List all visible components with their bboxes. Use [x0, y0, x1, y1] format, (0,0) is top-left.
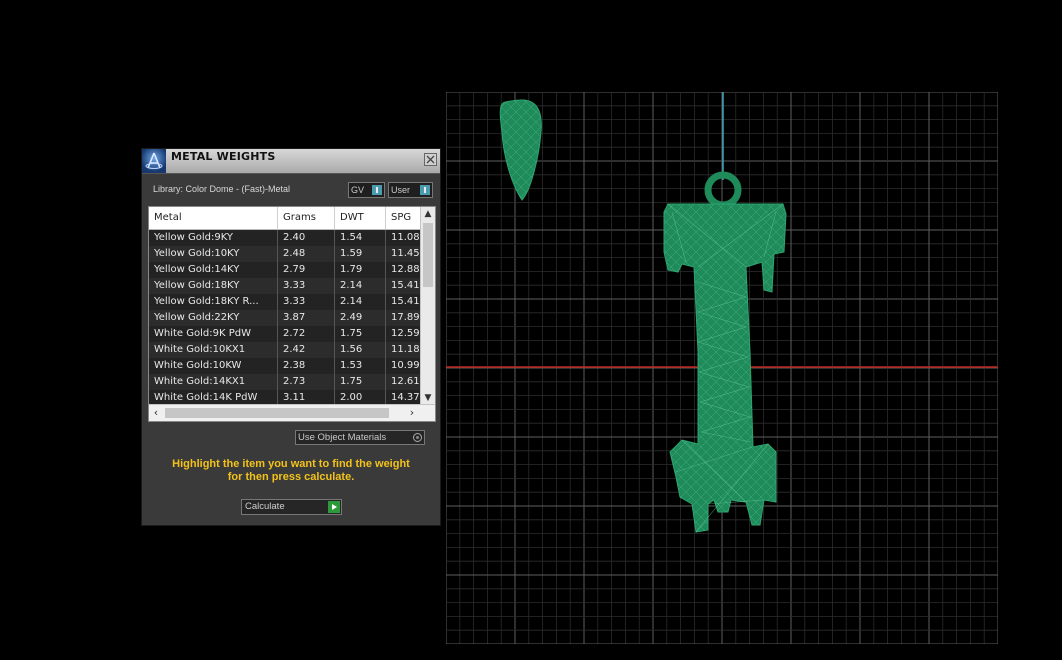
panel-titlebar[interactable]: METAL WEIGHTS — [142, 149, 440, 174]
table-row[interactable]: Yellow Gold:14KY 2.79 1.79 12.88 — [149, 262, 421, 278]
table-cell: Yellow Gold:10KY — [149, 246, 278, 262]
table-row[interactable]: White Gold:10KX1 2.42 1.56 11.18 — [149, 342, 421, 358]
column-header-spg[interactable]: SPG — [386, 207, 421, 229]
table-cell: 2.49 — [335, 310, 386, 326]
app-logo-icon — [142, 149, 166, 173]
table-cell: 3.11 — [278, 390, 335, 404]
horizontal-scroll-thumb[interactable] — [165, 408, 389, 418]
table-cell: 2.40 — [278, 230, 335, 246]
table-cell: 15.41 — [391, 296, 420, 307]
table-cell: 12.61 — [391, 376, 420, 387]
table-row[interactable]: White Gold:14K PdW 3.11 2.00 14.37 — [149, 390, 421, 404]
table-cell: 12.88 — [391, 264, 420, 275]
table-cell: 1.53 — [335, 358, 386, 374]
use-object-materials-option[interactable]: Use Object Materials — [295, 430, 425, 445]
table-cell: 11.18 — [391, 344, 420, 355]
play-icon — [328, 501, 340, 513]
table-cell: 1.54 — [335, 230, 386, 246]
table-cell: 2.72 — [278, 326, 335, 342]
table-cell: 14.37 — [391, 392, 420, 403]
table-cell: 2.79 — [278, 262, 335, 278]
table-cell: Yellow Gold:18KY — [149, 278, 278, 294]
table-cell: White Gold:14K PdW — [149, 390, 278, 404]
table-header: Metal Grams DWT SPG — [149, 207, 421, 230]
table-cell: Yellow Gold:9KY — [149, 230, 278, 246]
table-cell: White Gold:9K PdW — [149, 326, 278, 342]
table-row[interactable]: Yellow Gold:9KY 2.40 1.54 11.08 — [149, 230, 421, 246]
horizontal-scrollbar[interactable]: ‹ › — [149, 404, 435, 421]
radio-icon — [413, 433, 422, 442]
table-cell: 2.14 — [335, 278, 386, 294]
table-cell: 2.00 — [335, 390, 386, 404]
table-row[interactable]: Yellow Gold:10KY 2.48 1.59 11.45 — [149, 246, 421, 262]
close-button[interactable] — [424, 153, 437, 166]
table-cell: 2.48 — [278, 246, 335, 262]
column-header-metal[interactable]: Metal — [149, 207, 278, 229]
table-cell: 11.08 — [391, 232, 420, 243]
calculate-label: Calculate — [245, 501, 285, 512]
table-cell: 3.87 — [278, 310, 335, 326]
table-cell: 10.99 — [391, 360, 420, 371]
table-cell: Yellow Gold:14KY — [149, 262, 278, 278]
table-cell: 3.33 — [278, 294, 335, 310]
scroll-up-arrow-icon[interactable]: ▲ — [421, 207, 435, 221]
viewport-canvas[interactable] — [446, 92, 998, 644]
table-row[interactable]: White Gold:14KX1 2.73 1.75 12.61 — [149, 374, 421, 390]
scroll-down-arrow-icon[interactable]: ▼ — [421, 391, 435, 405]
table-cell: 1.59 — [335, 246, 386, 262]
table-cell: 1.75 — [335, 374, 386, 390]
table-cell: 17.89 — [391, 312, 420, 323]
vertical-scrollbar[interactable]: ▲ ▼ — [420, 207, 435, 405]
user-toggle-label: User — [391, 185, 411, 195]
column-header-dwt[interactable]: DWT — [335, 207, 386, 229]
calculate-button[interactable]: Calculate — [241, 499, 342, 515]
table-cell: 1.79 — [335, 262, 386, 278]
table-row[interactable]: White Gold:9K PdW 2.72 1.75 12.59 — [149, 326, 421, 342]
viewport-3d[interactable] — [446, 92, 998, 644]
table-row[interactable]: Yellow Gold:18KY R... 3.33 2.14 15.41 — [149, 294, 421, 310]
table-cell: 2.14 — [335, 294, 386, 310]
table-cell: 2.73 — [278, 374, 335, 390]
instruction-line-1: Highlight the item you want to find the … — [172, 458, 410, 470]
table-row[interactable]: Yellow Gold:22KY 3.87 2.49 17.89 — [149, 310, 421, 326]
table-cell: Yellow Gold:18KY R... — [149, 294, 278, 310]
table-cell: 1.56 — [335, 342, 386, 358]
toggle-indicator-icon — [420, 185, 430, 195]
use-object-materials-label: Use Object Materials — [298, 432, 387, 443]
metal-table[interactable]: Metal Grams DWT SPG Yellow Gold:9KY 2.40 1… — [148, 206, 436, 422]
user-toggle[interactable]: User — [388, 182, 433, 198]
scroll-left-arrow-icon[interactable]: ‹ — [149, 405, 163, 421]
instruction-line-2: for then press calculate. — [227, 471, 355, 483]
table-cell: 2.42 — [278, 342, 335, 358]
table-cell: White Gold:10KX1 — [149, 342, 278, 358]
toggle-indicator-icon — [372, 185, 382, 195]
table-cell: White Gold:14KX1 — [149, 374, 278, 390]
column-header-grams[interactable]: Grams — [278, 207, 335, 229]
table-cell: 11.45 — [391, 248, 420, 259]
table-cell: 12.59 — [391, 328, 420, 339]
metal-weights-panel: METAL WEIGHTS Library: Color Dome - (Fas… — [141, 148, 441, 526]
table-cell: 2.38 — [278, 358, 335, 374]
table-row[interactable]: White Gold:10KW 2.38 1.53 10.99 — [149, 358, 421, 374]
panel-title: METAL WEIGHTS — [171, 150, 276, 163]
table-cell: 15.41 — [391, 280, 420, 291]
library-label: Library: Color Dome - (Fast)-Metal — [153, 184, 291, 194]
scroll-right-arrow-icon[interactable]: › — [405, 405, 419, 421]
table-body: Yellow Gold:9KY 2.40 1.54 11.08 Yellow Gold:… — [149, 230, 421, 404]
table-cell: 3.33 — [278, 278, 335, 294]
gv-toggle[interactable]: GV — [348, 182, 385, 198]
table-row[interactable]: Yellow Gold:18KY 3.33 2.14 15.41 — [149, 278, 421, 294]
instruction-text: Highlight the item you want to find the … — [142, 458, 440, 484]
gv-toggle-label: GV — [351, 185, 365, 195]
table-cell: 1.75 — [335, 326, 386, 342]
table-cell: White Gold:10KW — [149, 358, 278, 374]
close-icon — [426, 155, 435, 164]
table-cell: Yellow Gold:22KY — [149, 310, 278, 326]
vertical-scroll-thumb[interactable] — [423, 223, 433, 287]
